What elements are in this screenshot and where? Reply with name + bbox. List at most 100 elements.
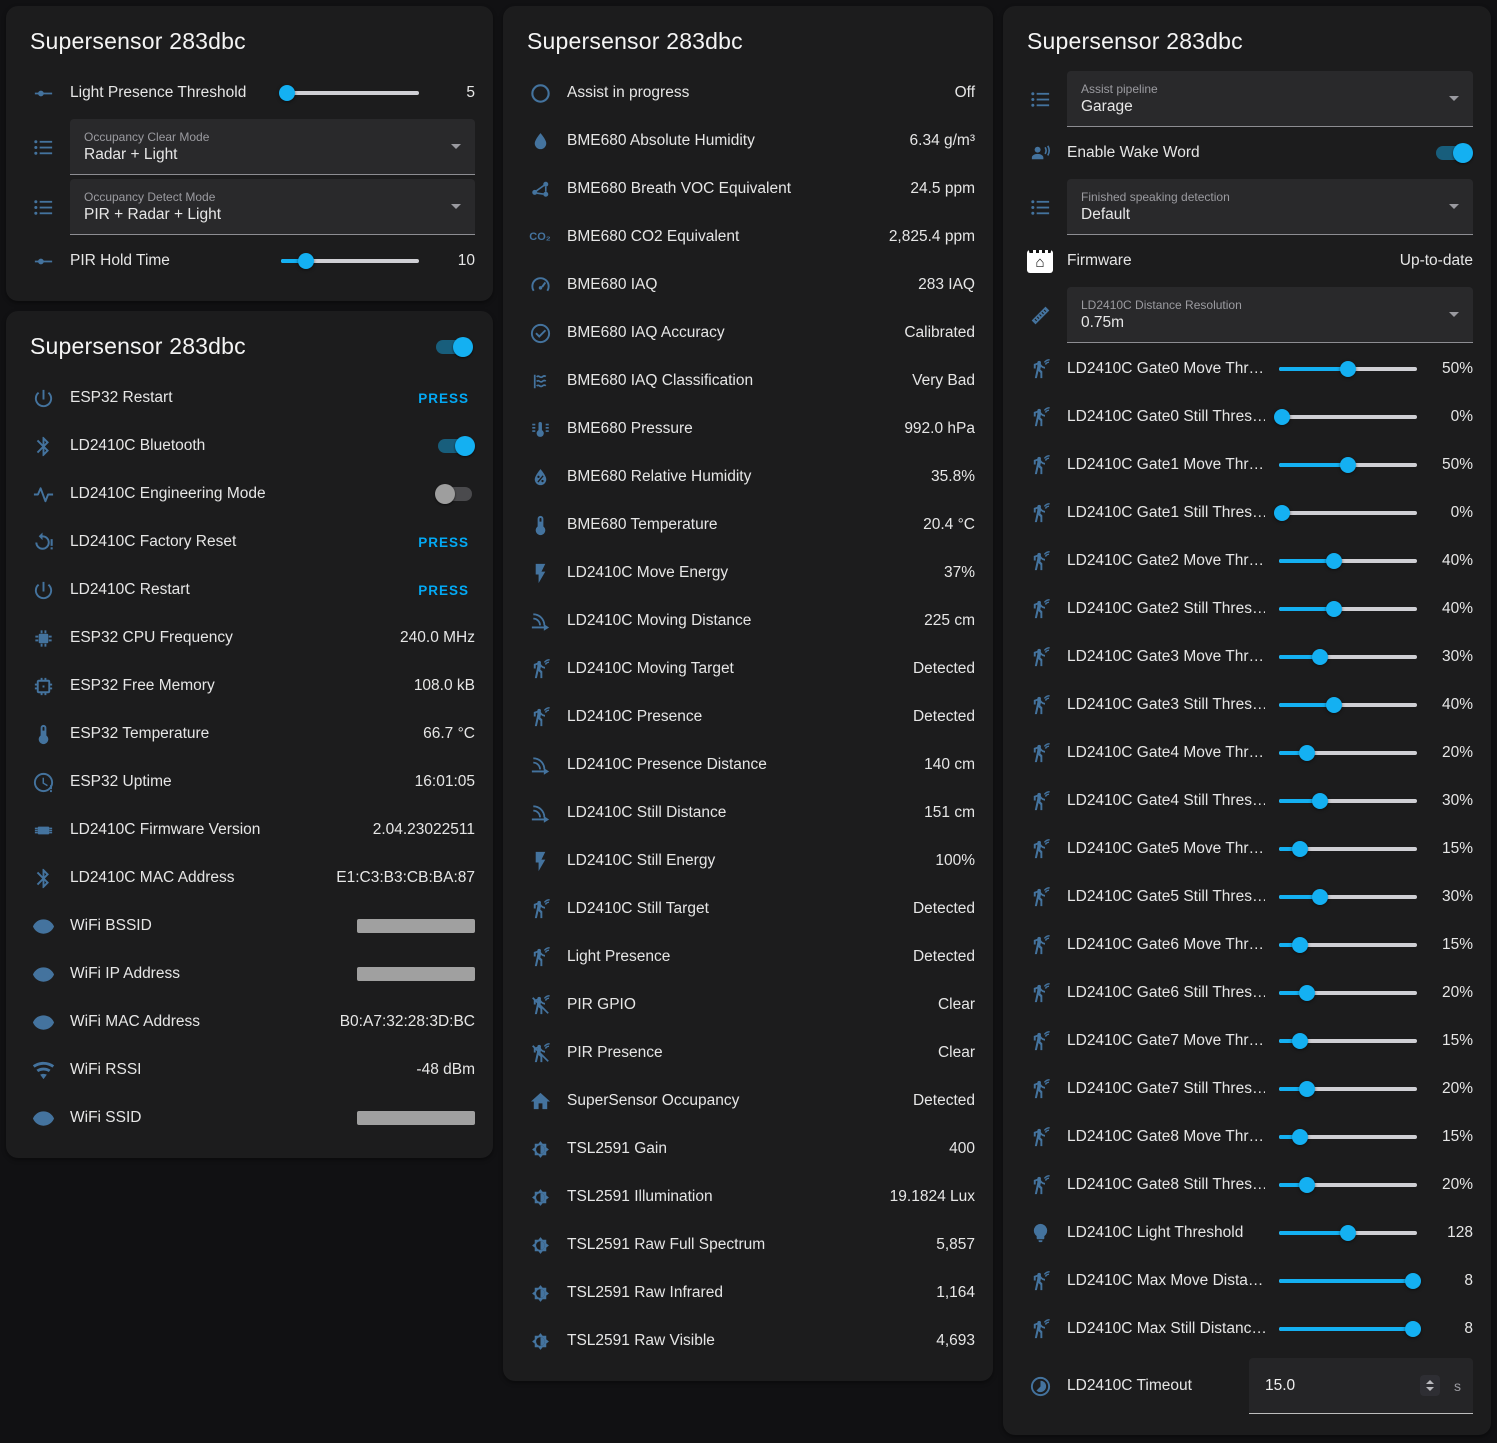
slider-control[interactable] [1279, 407, 1417, 427]
slider-knob[interactable] [1299, 1081, 1315, 1097]
slider-control[interactable] [1279, 503, 1417, 523]
slider-knob[interactable] [1340, 457, 1356, 473]
entity-label: ESP32 Restart [70, 389, 398, 407]
slider-control[interactable] [1279, 887, 1417, 907]
step-up-icon[interactable] [1426, 1380, 1434, 1384]
slider-knob[interactable] [1312, 793, 1328, 809]
slider-knob[interactable] [298, 253, 314, 269]
slider-knob[interactable] [1326, 553, 1342, 569]
slider-knob[interactable] [1299, 1177, 1315, 1193]
motion-sensor-icon [1027, 1173, 1053, 1197]
select-label: Occupancy Detect Mode [84, 190, 451, 204]
slider-control[interactable] [281, 83, 419, 103]
slider-knob[interactable] [1405, 1321, 1421, 1337]
entity-value: Detected [913, 660, 975, 678]
step-down-icon[interactable] [1426, 1387, 1434, 1391]
slider-knob[interactable] [1326, 697, 1342, 713]
entity-row-info: BME680 Breath VOC Equivalent24.5 ppm [519, 165, 977, 213]
slider-control[interactable] [1279, 1031, 1417, 1051]
select-value: Default [1081, 206, 1449, 224]
slider-control[interactable] [1279, 1319, 1417, 1339]
motion-sensor-icon [1027, 981, 1053, 1005]
slider-knob[interactable] [1292, 1129, 1308, 1145]
slider-knob[interactable] [279, 85, 295, 101]
entity-value: 225 cm [924, 612, 975, 630]
motion-sensor-icon [527, 945, 553, 969]
entity-label: LD2410C Gate0 Still Thres… [1067, 408, 1265, 426]
slider-control[interactable] [281, 251, 419, 271]
toggle-switch[interactable] [1433, 142, 1473, 164]
press-button[interactable]: PRESS [412, 579, 475, 602]
select-field[interactable]: Occupancy Clear ModeRadar + Light [70, 119, 475, 175]
slider-control[interactable] [1279, 695, 1417, 715]
slider-control[interactable] [1279, 551, 1417, 571]
slider-control[interactable] [1279, 983, 1417, 1003]
entity-row-slider: LD2410C Gate4 Move Thr…20% [1019, 729, 1475, 777]
chevron-down-icon [451, 144, 461, 149]
entity-label: BME680 CO2 Equivalent [567, 228, 875, 246]
number-input[interactable]: 15.0 s [1249, 1358, 1473, 1414]
slider-knob[interactable] [1326, 601, 1342, 617]
select-field[interactable]: Assist pipelineGarage [1067, 71, 1473, 127]
slider-knob[interactable] [1340, 361, 1356, 377]
slider-knob[interactable] [1299, 745, 1315, 761]
air-filter-icon [527, 369, 553, 393]
entity-row-toggle: LD2410C Bluetooth [22, 422, 477, 470]
toggle-switch[interactable] [435, 483, 475, 505]
select-label: Assist pipeline [1081, 82, 1449, 96]
slider-control[interactable] [1279, 455, 1417, 475]
press-button[interactable]: PRESS [412, 387, 475, 410]
select-field[interactable]: Finished speaking detectionDefault [1067, 179, 1473, 235]
slider-control[interactable] [1279, 1175, 1417, 1195]
entity-label: WiFi IP Address [70, 965, 343, 983]
toggle-switch[interactable] [435, 435, 475, 457]
toggle-switch[interactable] [433, 336, 473, 358]
entity-value: 283 IAQ [918, 276, 975, 294]
signal-distance-icon [527, 753, 553, 777]
slider-control[interactable] [1279, 935, 1417, 955]
entity-label: LD2410C Gate8 Move Thr… [1067, 1128, 1265, 1146]
select-field[interactable]: LD2410C Distance Resolution0.75m [1067, 287, 1473, 343]
number-value[interactable]: 15.0 [1265, 1377, 1420, 1395]
slider-control[interactable] [1279, 647, 1417, 667]
entity-row-info: LD2410C PresenceDetected [519, 693, 977, 741]
entity-value: 108.0 kB [414, 677, 475, 695]
unit-label: s [1454, 1378, 1461, 1394]
slider-control[interactable] [1279, 791, 1417, 811]
stepper-control[interactable] [1420, 1375, 1440, 1396]
motion-sensor-icon [1027, 357, 1053, 381]
slider-knob[interactable] [1299, 985, 1315, 1001]
slider-knob[interactable] [1312, 649, 1328, 665]
entity-label: BME680 Temperature [567, 516, 909, 534]
entity-label: LD2410C Factory Reset [70, 533, 398, 551]
entity-label: TSL2591 Raw Infrared [567, 1284, 922, 1302]
slider-knob[interactable] [1340, 1225, 1356, 1241]
entity-label: Light Presence Threshold [70, 84, 267, 102]
slider-knob[interactable] [1405, 1273, 1421, 1289]
slider-control[interactable] [1279, 359, 1417, 379]
slider-knob[interactable] [1292, 841, 1308, 857]
entity-value: Detected [913, 900, 975, 918]
slider-control[interactable] [1279, 1223, 1417, 1243]
slider-control[interactable] [1279, 1079, 1417, 1099]
slider-control[interactable] [1279, 599, 1417, 619]
slider-control[interactable] [1279, 1271, 1417, 1291]
slider-knob[interactable] [1292, 937, 1308, 953]
select-field[interactable]: Occupancy Detect ModePIR + Radar + Light [70, 179, 475, 235]
tune-icon [30, 81, 56, 105]
slider-knob[interactable] [1292, 1033, 1308, 1049]
slider-control[interactable] [1279, 839, 1417, 859]
slider-knob[interactable] [1312, 889, 1328, 905]
entity-row-slider: LD2410C Max Still Distanc…8 [1019, 1305, 1475, 1353]
slider-control[interactable] [1279, 743, 1417, 763]
select-value: Radar + Light [84, 146, 451, 164]
slider-knob[interactable] [1274, 409, 1290, 425]
eye-icon [30, 962, 56, 986]
slider-knob[interactable] [1274, 505, 1290, 521]
press-button[interactable]: PRESS [412, 531, 475, 554]
entity-label: BME680 Breath VOC Equivalent [567, 180, 896, 198]
entity-value: 6.34 g/m³ [910, 132, 975, 150]
entity-row-info: ESP32 Temperature66.7 °C [22, 710, 477, 758]
redacted-value [357, 1111, 475, 1125]
slider-control[interactable] [1279, 1127, 1417, 1147]
